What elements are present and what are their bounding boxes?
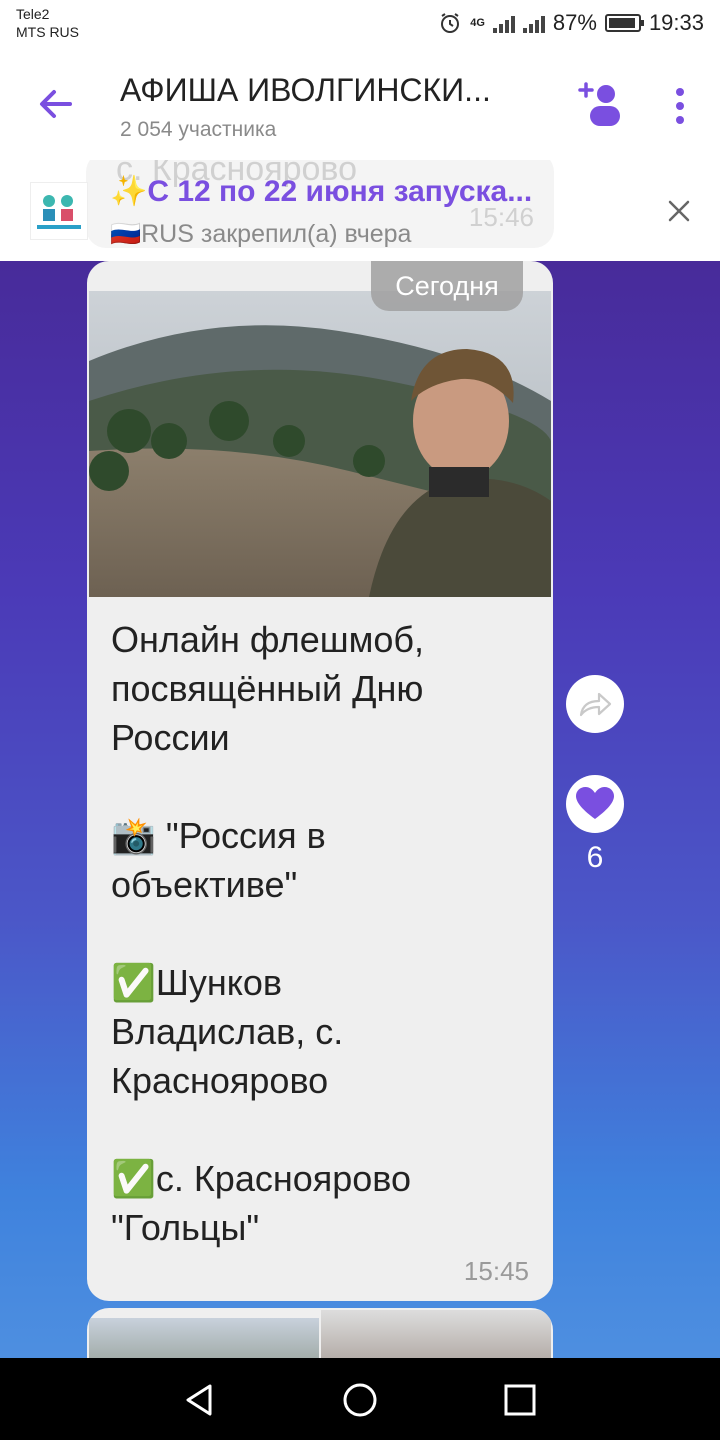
member-count: 2 054 участника [120, 118, 277, 141]
message-text: Онлайн флешмоб, посвящённый Дню России 📸… [111, 615, 541, 1252]
pinned-meta: 🇷🇺RUS закрепил(а) вчера [110, 220, 412, 248]
status-bar: Tele2 MTS RUS 4G 87% 19:33 [0, 0, 720, 56]
back-arrow-icon[interactable] [34, 82, 78, 126]
share-button[interactable] [566, 675, 624, 733]
system-nav-bar [0, 1358, 720, 1440]
next-photo-2[interactable] [321, 1310, 551, 1358]
next-message-bubble[interactable] [87, 1308, 553, 1358]
message-line: Красноярово [111, 1060, 329, 1101]
pinned-message-bar[interactable]: с. Красноярово 15:46 ✨С 12 по 22 июня за… [0, 160, 720, 261]
message-line: 📸 "Россия в [111, 815, 326, 856]
message-bubble[interactable]: Сегодня Онлайн флешмоб, посвящённый Дню … [87, 261, 553, 1301]
like-count: 6 [586, 841, 604, 874]
message-photo[interactable] [89, 291, 551, 597]
message-line: Онлайн флешмоб, [111, 619, 425, 660]
message-line: посвящённый Дню [111, 668, 424, 709]
close-icon[interactable] [664, 196, 694, 226]
battery-icon [604, 14, 644, 32]
pinned-thumbnail [30, 182, 88, 240]
message-line: ✅Шунков [111, 962, 282, 1003]
carrier-line2: MTS RUS [16, 24, 79, 40]
signal2-icon [522, 13, 545, 33]
message-line: ✅с. Красноярово [111, 1158, 412, 1199]
message-line: объективе" [111, 864, 298, 905]
chat-title[interactable]: АФИША ИВОЛГИНСКИ... [120, 72, 540, 109]
add-user-icon[interactable] [578, 78, 626, 130]
message-line: России [111, 717, 230, 758]
message-line [111, 1105, 541, 1154]
message-line: Владислав, с. [111, 1011, 344, 1052]
share-icon [579, 692, 612, 717]
next-photo-1[interactable] [89, 1318, 319, 1358]
like-button[interactable] [566, 775, 624, 833]
date-divider: Сегодня [371, 261, 523, 311]
alarm-icon [441, 13, 460, 33]
clock: 19:33 [648, 10, 704, 35]
nav-recents-icon[interactable] [500, 1380, 540, 1420]
signal-icon [492, 13, 515, 33]
more-icon[interactable] [666, 86, 694, 126]
carrier-info: Tele2 MTS RUS [16, 5, 79, 41]
nav-home-icon[interactable] [340, 1380, 380, 1420]
message-line [111, 762, 541, 811]
chat-area[interactable]: Сегодня Онлайн флешмоб, посвящённый Дню … [0, 261, 720, 1358]
message-line: "Гольцы" [111, 1207, 260, 1248]
app-bar: АФИША ИВОЛГИНСКИ... 2 054 участника [0, 56, 720, 161]
pinned-text: ✨С 12 по 22 июня запуска... [110, 175, 533, 208]
network-type: 4G [470, 17, 485, 29]
nav-back-icon[interactable] [180, 1380, 220, 1420]
carrier-line1: Tele2 [16, 6, 50, 22]
battery-percent: 87% [552, 10, 597, 35]
status-icons: 4G 87% 19:33 [438, 10, 704, 36]
message-line [111, 909, 541, 958]
heart-icon [576, 787, 614, 819]
message-time: 15:45 [463, 1256, 529, 1286]
